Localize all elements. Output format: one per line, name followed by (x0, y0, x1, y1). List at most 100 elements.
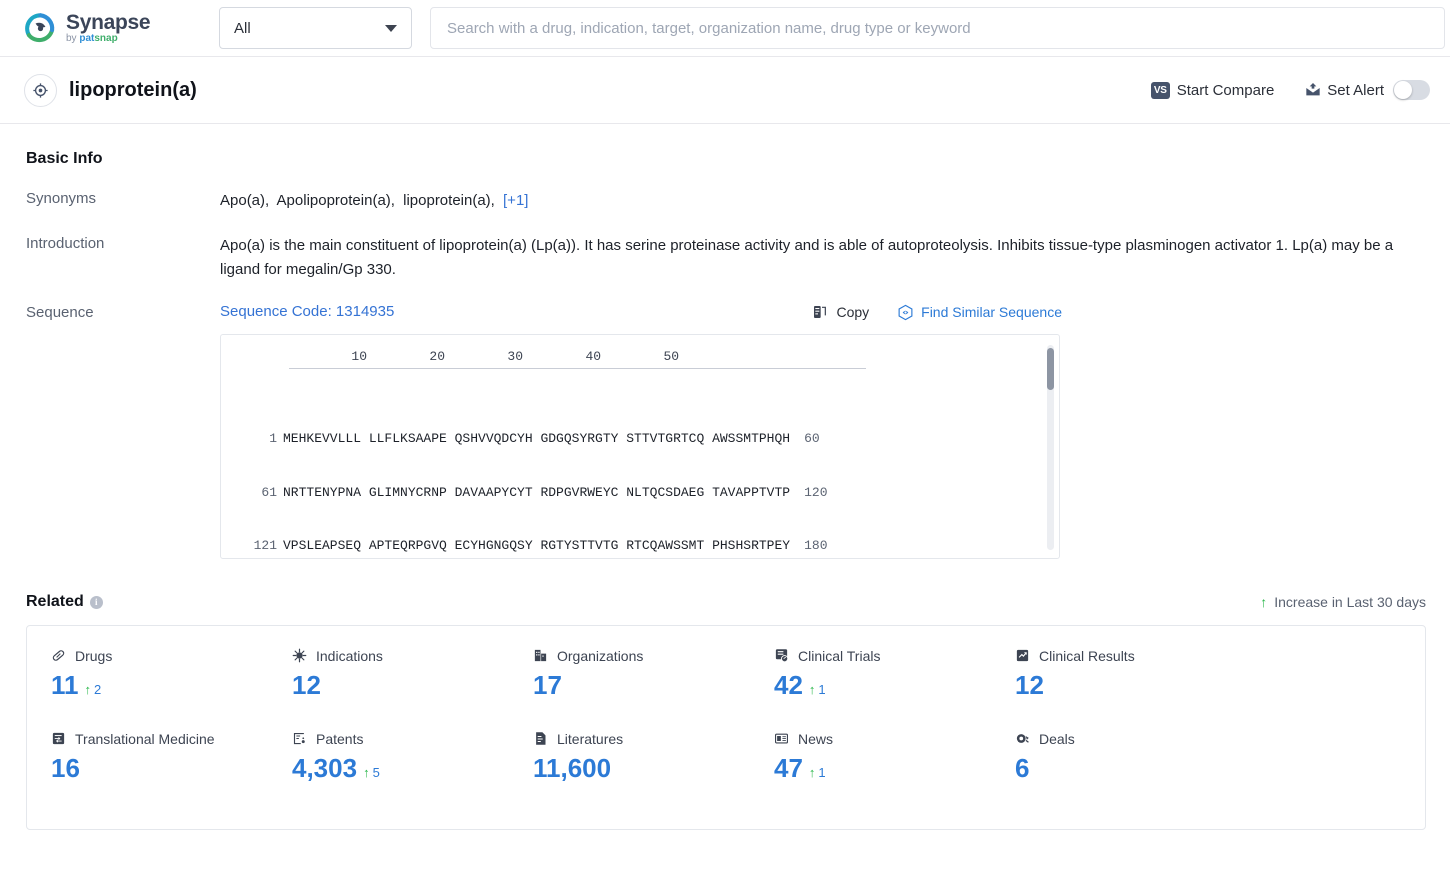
stat-number: 16 (51, 753, 80, 783)
sequence-ruler-line (289, 368, 866, 369)
stat-number: 42 (774, 670, 803, 700)
stat-tile-organizations[interactable]: Organizations 17 (533, 648, 774, 701)
start-compare-label: Start Compare (1176, 81, 1275, 99)
stat-number: 12 (292, 670, 321, 700)
set-alert-label: Set Alert (1327, 81, 1384, 99)
stat-delta: ↑ 2 (85, 682, 102, 697)
stat-tile-indications[interactable]: Indications 12 (292, 648, 533, 701)
up-arrow-icon: ↑ (84, 682, 92, 697)
brand-name: Synapse (66, 11, 151, 34)
find-similar-sequence-button[interactable]: Find Similar Sequence (897, 304, 1062, 320)
search-scope-select[interactable]: All (219, 7, 412, 49)
sequence-row-line: 1 MEHKEVVLLL LLFLKSAAPE QSHVVQDCYH GDGQS… (221, 431, 1059, 455)
stat-value: 12 (292, 670, 533, 701)
stat-label-text: Deals (1039, 731, 1075, 747)
translational-icon (51, 731, 67, 747)
sequence-end-index: 120 (804, 484, 828, 500)
stat-value: 6 (1015, 753, 1256, 784)
synonyms-more-link[interactable]: [+1] (503, 192, 528, 209)
stat-delta-number: 1 (818, 765, 826, 780)
stat-value: 42 ↑ 1 (774, 670, 1015, 701)
stat-tile-patents[interactable]: Patents 4,303 ↑ 5 (292, 731, 533, 784)
introduction-text: Apo(a) is the main constituent of lipopr… (220, 237, 1394, 278)
stat-label-text: Organizations (557, 648, 644, 664)
stat-tile-drugs[interactable]: Drugs 11 ↑ 2 (51, 648, 292, 701)
chevron-down-icon (385, 24, 397, 32)
introduction-row: Introduction Apo(a) is the main constitu… (26, 234, 1426, 282)
sequence-scrollbar-thumb[interactable] (1047, 348, 1054, 390)
search-scope-value: All (234, 19, 251, 37)
stat-number: 6 (1015, 753, 1030, 783)
sequence-toolbar: Sequence Code: 1314935 Copy Find Similar… (220, 303, 1062, 320)
up-arrow-icon: ↑ (808, 765, 816, 780)
stat-label: Clinical Results (1015, 648, 1256, 664)
alert-mail-icon (1304, 82, 1320, 98)
target-crosshair-icon (24, 73, 57, 107)
sequence-row-line: 61 NRTTENYPNA GLIMNYCRNP DAVAAPYCYT RDPG… (221, 485, 1059, 509)
sequence-viewer[interactable]: 10 20 30 40 50 1 MEHKEVVLLL LLFLKSAAPE Q… (220, 334, 1060, 559)
sequence-panel: Sequence Code: 1314935 Copy Find Similar… (220, 303, 1062, 559)
sequence-residues: VPSLEAPSEQ APTEQRPGVQ ECYHGNGQSY RGTYSTT… (283, 538, 791, 553)
stat-value: 11 ↑ 2 (51, 670, 292, 701)
introduction-label: Introduction (26, 235, 105, 252)
stat-label: Patents (292, 731, 533, 747)
up-arrow-icon: ↑ (363, 765, 370, 780)
building-icon (533, 648, 549, 664)
global-header: Synapse by patsnap All Search with a dru… (0, 0, 1450, 57)
related-heading: Related i (26, 593, 103, 611)
synonym-item: Apolipoprotein(a), (276, 192, 395, 209)
stat-label: Organizations (533, 648, 774, 664)
brand-byline: by patsnap (66, 33, 118, 44)
sequence-start-index: 121 (253, 538, 277, 553)
synonym-item: lipoprotein(a), (403, 192, 495, 209)
set-alert-control[interactable]: Set Alert (1304, 80, 1430, 100)
stat-tile-translational-medicine[interactable]: Translational Medicine 16 (51, 731, 292, 784)
sequence-start-index: 1 (269, 431, 277, 446)
deals-icon (1015, 731, 1031, 747)
brand-logo[interactable]: Synapse by patsnap (24, 12, 184, 45)
global-search-input[interactable]: Search with a drug, indication, target, … (430, 7, 1445, 49)
synonyms-label: Synonyms (26, 190, 97, 207)
patent-icon (292, 731, 308, 747)
sequence-end-index: 60 (804, 431, 820, 446)
search-placeholder: Search with a drug, indication, target, … (447, 19, 971, 37)
up-arrow-icon: ↑ (808, 682, 816, 697)
main-content: Basic Info Synonyms Apo(a), Apolipoprote… (0, 124, 1450, 830)
stat-label: Drugs (51, 648, 292, 664)
related-title: Related (26, 593, 84, 610)
start-compare-button[interactable]: VS Start Compare (1150, 81, 1275, 99)
clinical-trial-icon (774, 648, 790, 664)
sequence-code-link[interactable]: Sequence Code: 1314935 (220, 303, 394, 320)
stat-number: 4,303 (292, 753, 358, 783)
stat-value: 11,600 (533, 753, 774, 784)
stat-delta: ↑ 5 (363, 765, 380, 780)
entity-header-actions: VS Start Compare Set Alert (1150, 80, 1430, 100)
stat-tile-news[interactable]: News 47 ↑ 1 (774, 731, 1015, 784)
stat-delta: ↑ 1 (809, 765, 826, 780)
stat-label-text: Clinical Results (1039, 648, 1135, 664)
entity-header: lipoprotein(a) VS Start Compare Set Aler… (0, 57, 1450, 124)
related-header: Related i ↑ Increase in Last 30 days (26, 593, 1426, 611)
page-title: lipoprotein(a) (69, 78, 197, 101)
synonyms-row: Synonyms Apo(a), Apolipoprotein(a), lipo… (26, 189, 1426, 213)
increase-legend: ↑ Increase in Last 30 days (1260, 594, 1426, 610)
copy-button[interactable]: Copy (812, 304, 869, 320)
stat-delta-number: 2 (94, 682, 102, 697)
sequence-label: Sequence (26, 304, 94, 321)
stat-tile-deals[interactable]: Deals 6 (1015, 731, 1256, 784)
sequence-rows: 1 MEHKEVVLLL LLFLKSAAPE QSHVVQDCYH GDGQS… (221, 386, 1059, 558)
stat-value: 47 ↑ 1 (774, 753, 1015, 784)
stat-delta-number: 5 (372, 765, 380, 780)
info-icon[interactable]: i (89, 595, 103, 609)
set-alert-toggle[interactable] (1393, 80, 1430, 100)
sequence-row-line: 121 VPSLEAPSEQ APTEQRPGVQ ECYHGNGQSY RGT… (221, 538, 1059, 558)
stat-tile-literatures[interactable]: Literatures 11,600 (533, 731, 774, 784)
stat-tile-clinical-results[interactable]: Clinical Results 12 (1015, 648, 1256, 701)
find-similar-label: Find Similar Sequence (921, 303, 1062, 320)
virus-icon (292, 648, 308, 664)
stat-tile-clinical-trials[interactable]: Clinical Trials 42 ↑ 1 (774, 648, 1015, 701)
sequence-viewer-inner: 10 20 30 40 50 1 MEHKEVVLLL LLFLKSAAPE Q… (221, 335, 1059, 558)
sequence-row: Sequence Sequence Code: 1314935 Copy Fin… (26, 303, 1426, 559)
stat-label: Deals (1015, 731, 1256, 747)
stat-label-text: Literatures (557, 731, 624, 747)
